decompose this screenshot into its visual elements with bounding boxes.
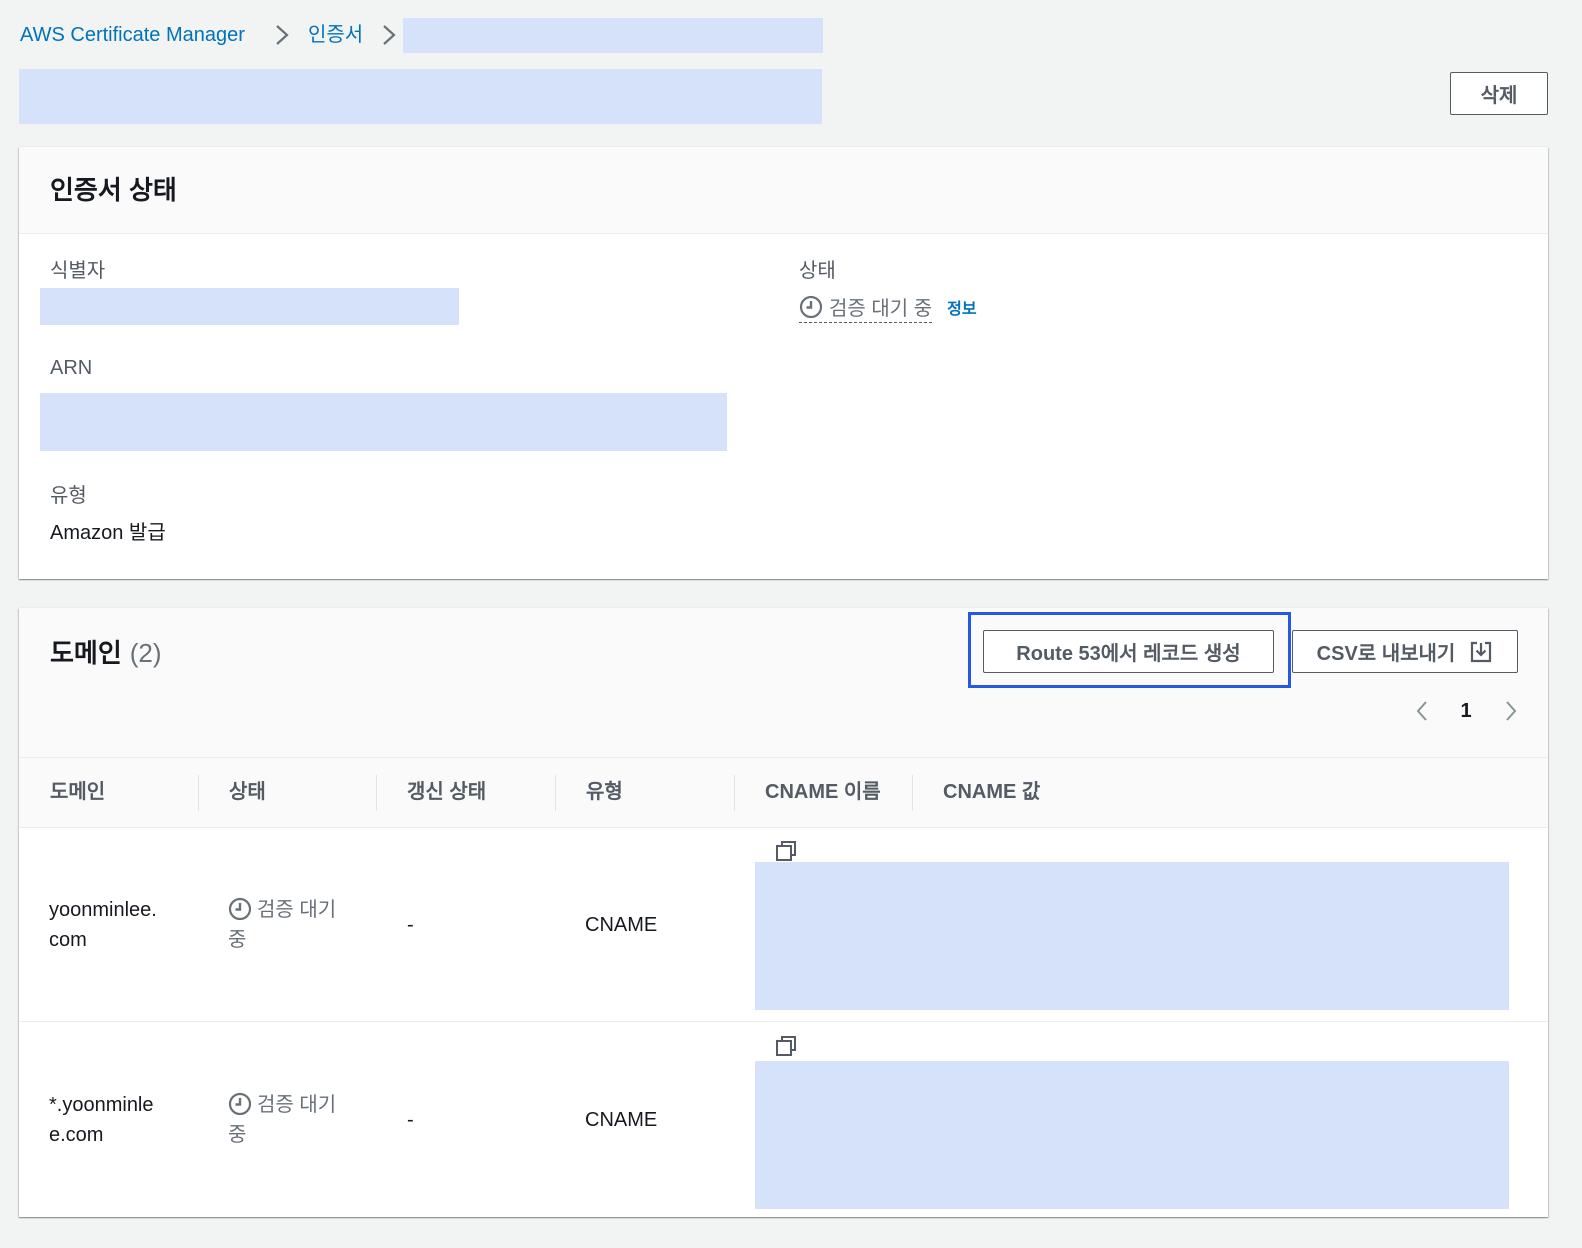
- domains-panel: 도메인 (2) Route 53에서 레코드 생성 CSV로 내보내기 1 도메인…: [19, 608, 1548, 1217]
- redacted-cname-values: [755, 862, 1509, 1010]
- panel-header: 인증서 상태: [19, 147, 1548, 234]
- certificate-status-panel: 인증서 상태 식별자 ARN 유형 Amazon 발급 상태 검증 대기 중 정…: [19, 147, 1548, 579]
- type-cell: CNAME: [585, 1108, 658, 1131]
- export-csv-label: CSV로 내보내기: [1316, 643, 1456, 665]
- chevron-right-icon: [383, 25, 396, 45]
- download-icon: [1471, 641, 1492, 662]
- renewal-status-cell: -: [407, 1108, 414, 1131]
- create-records-route53-button[interactable]: Route 53에서 레코드 생성: [983, 630, 1274, 673]
- chevron-right-icon[interactable]: [1504, 700, 1518, 722]
- panel-title: 인증서 상태: [50, 175, 177, 205]
- column-header-renewal-status[interactable]: 갱신 상태: [407, 777, 486, 807]
- column-header-type[interactable]: 유형: [586, 777, 623, 807]
- column-header-status[interactable]: 상태: [229, 777, 266, 807]
- copy-icon[interactable]: [775, 1035, 797, 1057]
- chevron-left-icon[interactable]: [1415, 700, 1429, 722]
- clock-icon: [228, 897, 252, 920]
- copy-icon[interactable]: [775, 840, 797, 862]
- column-divider[interactable]: [376, 775, 377, 811]
- arn-label: ARN: [50, 357, 93, 379]
- clock-icon: [228, 1092, 252, 1115]
- domain-cell: yoonminlee.com: [49, 898, 157, 951]
- status-indicator[interactable]: 검증 대기 중: [799, 291, 933, 323]
- certificate-status: 검증 대기 중 정보: [799, 291, 977, 323]
- status-cell: 검증 대기 중: [228, 1090, 354, 1150]
- type-value: Amazon 발급: [50, 522, 166, 544]
- page-number[interactable]: 1: [1459, 696, 1473, 726]
- column-divider[interactable]: [555, 775, 556, 811]
- domains-title: 도메인: [50, 638, 122, 668]
- redacted-cname-values: [755, 1061, 1509, 1209]
- chevron-right-icon: [276, 25, 289, 45]
- export-csv-button[interactable]: CSV로 내보내기: [1292, 630, 1518, 673]
- table-row: *.yoonminlee.com 검증 대기 중 - CNAME: [19, 1022, 1548, 1217]
- delete-button[interactable]: 삭제: [1450, 72, 1548, 115]
- renewal-status-cell: -: [407, 913, 414, 936]
- column-divider[interactable]: [198, 775, 199, 811]
- type-label: 유형: [50, 485, 87, 507]
- redacted-breadcrumb-current: [403, 18, 823, 53]
- column-divider[interactable]: [734, 775, 735, 811]
- panel-title: 도메인 (2): [50, 638, 162, 668]
- identifier-label: 식별자: [50, 260, 106, 282]
- table-header: 도메인 상태 갱신 상태 유형 CNAME 이름 CNAME 값: [19, 757, 1548, 828]
- panel-header: 도메인 (2) Route 53에서 레코드 생성 CSV로 내보내기 1: [19, 608, 1548, 757]
- column-header-cname-value[interactable]: CNAME 값: [943, 777, 1040, 807]
- domains-count: (2): [129, 638, 162, 668]
- type-cell: CNAME: [585, 913, 658, 936]
- status-label: 상태: [799, 260, 836, 282]
- redacted-identifier-value: [40, 288, 459, 325]
- info-link[interactable]: 정보: [947, 295, 976, 319]
- status-cell: 검증 대기 중: [228, 895, 354, 955]
- clock-icon: [799, 295, 823, 318]
- redacted-page-title: [19, 69, 822, 124]
- column-divider[interactable]: [912, 775, 913, 811]
- column-header-domain[interactable]: 도메인: [50, 777, 105, 807]
- status-text: 검증 대기 중: [829, 298, 933, 320]
- acm-certificate-page: AWS Certificate Manager 인증서 삭제 인증서 상태 식별…: [0, 0, 1582, 1248]
- table-row: yoonminlee.com 검증 대기 중 - CNAME: [19, 828, 1548, 1022]
- domain-cell: *.yoonminlee.com: [49, 1093, 154, 1146]
- breadcrumb-acm-link[interactable]: AWS Certificate Manager: [20, 20, 245, 50]
- column-header-cname-name[interactable]: CNAME 이름: [765, 777, 881, 807]
- breadcrumb-certificates-link[interactable]: 인증서: [308, 20, 363, 50]
- redacted-arn-value: [40, 393, 727, 451]
